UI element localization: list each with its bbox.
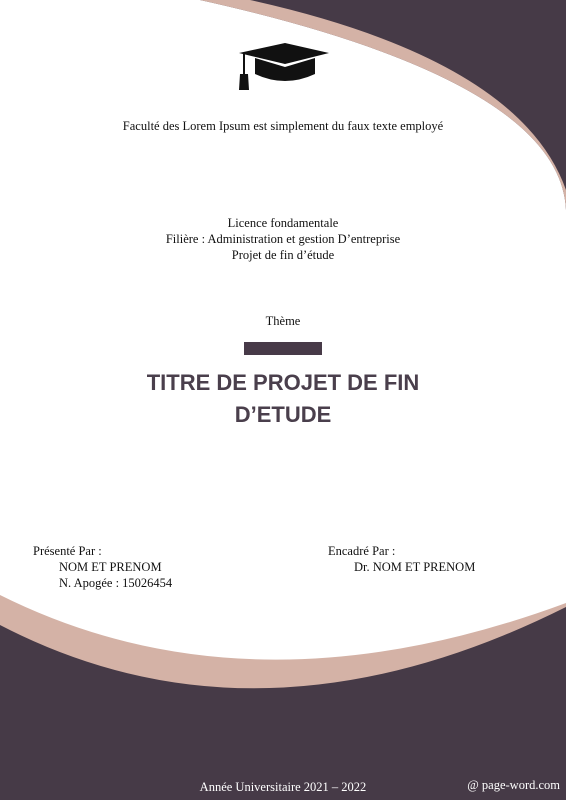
program-info: Licence fondamentale Filière : Administr… <box>0 215 566 263</box>
student-name: NOM ET PRENOM <box>59 560 162 574</box>
project-title: TITRE DE PROJET DE FIN D’ETUDE <box>0 367 566 431</box>
project-title-line-2: D’ETUDE <box>234 402 332 427</box>
supervisor-name: Dr. NOM ET PRENOM <box>354 560 476 574</box>
theme-label: Thème <box>265 314 301 328</box>
project-line: Projet de fin d’étude <box>231 248 335 262</box>
presented-by-label: Présenté Par : <box>33 544 102 558</box>
degree-line: Licence fondamentale <box>227 216 339 230</box>
project-title-line-1: TITRE DE PROJET DE FIN <box>146 370 420 395</box>
field-line: Filière : Administration et gestion D’en… <box>165 232 401 246</box>
cover-page: Faculté des Lorem Ipsum est simplement d… <box>0 0 566 800</box>
presented-by-block: Présenté Par : NOM ET PRENOM N. Apogée :… <box>33 543 172 591</box>
site-credit: @ page-word.com <box>467 778 560 792</box>
theme-divider-bar <box>244 342 322 355</box>
supervised-by-label: Encadré Par : <box>328 544 396 558</box>
graduation-cap-icon <box>239 43 329 90</box>
student-apogee: N. Apogée : 15026454 <box>59 576 173 590</box>
faculty-name: Faculté des Lorem Ipsum est simplement d… <box>122 119 444 133</box>
top-dark-shape <box>200 0 566 210</box>
supervised-by-block: Encadré Par : Dr. NOM ET PRENOM <box>328 543 475 575</box>
